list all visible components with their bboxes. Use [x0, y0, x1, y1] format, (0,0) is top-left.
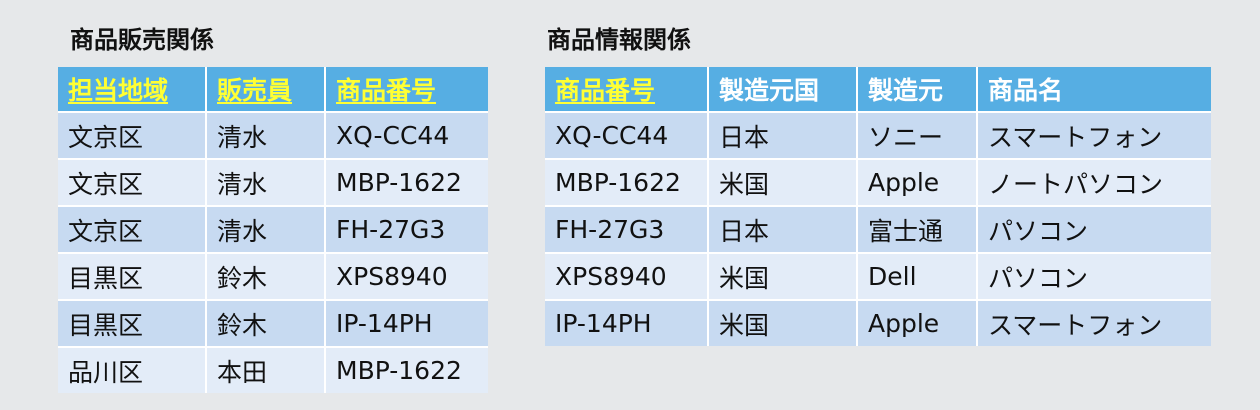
table-cell: IP-14PH — [545, 301, 709, 346]
table-cell: スマートフォン — [978, 301, 1211, 346]
table-cell: FH-27G3 — [326, 207, 488, 254]
table-row: 文京区 清水 XQ-CC44 — [58, 113, 488, 160]
sales-relation-title: 商品販売関係 — [70, 26, 214, 54]
table-cell: 清水 — [207, 160, 326, 207]
table-cell: 本田 — [207, 348, 326, 393]
table-header-row: 担当地域 販売員 商品番号 — [58, 67, 488, 113]
table-row: 目黒区 鈴木 IP-14PH — [58, 301, 488, 348]
column-header-salesperson: 販売員 — [207, 67, 326, 113]
sales-relation-table: 担当地域 販売員 商品番号 文京区 清水 XQ-CC44 文京区 清水 MBP-… — [58, 67, 488, 393]
table-cell: XPS8940 — [326, 254, 488, 301]
table-cell: 日本 — [709, 207, 858, 254]
product-info-relation-title: 商品情報関係 — [547, 26, 691, 54]
table-cell: 米国 — [709, 160, 858, 207]
column-header-manufacturer: 製造元 — [858, 67, 978, 113]
table-row: FH-27G3 日本 富士通 パソコン — [545, 207, 1211, 254]
table-row: MBP-1622 米国 Apple ノートパソコン — [545, 160, 1211, 207]
table-cell: 文京区 — [58, 207, 207, 254]
table-header-row: 商品番号 製造元国 製造元 商品名 — [545, 67, 1211, 113]
table-cell: 鈴木 — [207, 301, 326, 348]
table-row: 文京区 清水 MBP-1622 — [58, 160, 488, 207]
table-cell: 米国 — [709, 254, 858, 301]
table-cell: ソニー — [858, 113, 978, 160]
table-row: 目黒区 鈴木 XPS8940 — [58, 254, 488, 301]
table-cell: 品川区 — [58, 348, 207, 393]
table-cell: FH-27G3 — [545, 207, 709, 254]
table-cell: 文京区 — [58, 113, 207, 160]
column-header-manufacturer-country: 製造元国 — [709, 67, 858, 113]
table-cell: 富士通 — [858, 207, 978, 254]
table-cell: ノートパソコン — [978, 160, 1211, 207]
table-cell: XQ-CC44 — [545, 113, 709, 160]
table-cell: 目黒区 — [58, 254, 207, 301]
table-cell: 目黒区 — [58, 301, 207, 348]
table-cell: MBP-1622 — [545, 160, 709, 207]
table-cell: 文京区 — [58, 160, 207, 207]
table-cell: Dell — [858, 254, 978, 301]
table-row: XPS8940 米国 Dell パソコン — [545, 254, 1211, 301]
table-cell: XQ-CC44 — [326, 113, 488, 160]
table-row: 品川区 本田 MBP-1622 — [58, 348, 488, 393]
column-header-product-number: 商品番号 — [326, 67, 488, 113]
column-header-region: 担当地域 — [58, 67, 207, 113]
column-header-product-number: 商品番号 — [545, 67, 709, 113]
table-cell: 鈴木 — [207, 254, 326, 301]
table-row: 文京区 清水 FH-27G3 — [58, 207, 488, 254]
table-cell: スマートフォン — [978, 113, 1211, 160]
table-cell: 米国 — [709, 301, 858, 346]
table-cell: パソコン — [978, 207, 1211, 254]
table-cell: Apple — [858, 160, 978, 207]
table-cell: パソコン — [978, 254, 1211, 301]
table-cell: 日本 — [709, 113, 858, 160]
table-cell: IP-14PH — [326, 301, 488, 348]
table-cell: 清水 — [207, 207, 326, 254]
table-row: IP-14PH 米国 Apple スマートフォン — [545, 301, 1211, 346]
column-header-product-name: 商品名 — [978, 67, 1211, 113]
table-cell: Apple — [858, 301, 978, 346]
table-row: XQ-CC44 日本 ソニー スマートフォン — [545, 113, 1211, 160]
table-cell: MBP-1622 — [326, 348, 488, 393]
product-info-relation-table: 商品番号 製造元国 製造元 商品名 XQ-CC44 日本 ソニー スマートフォン… — [545, 67, 1211, 346]
table-cell: XPS8940 — [545, 254, 709, 301]
table-cell: 清水 — [207, 113, 326, 160]
table-cell: MBP-1622 — [326, 160, 488, 207]
